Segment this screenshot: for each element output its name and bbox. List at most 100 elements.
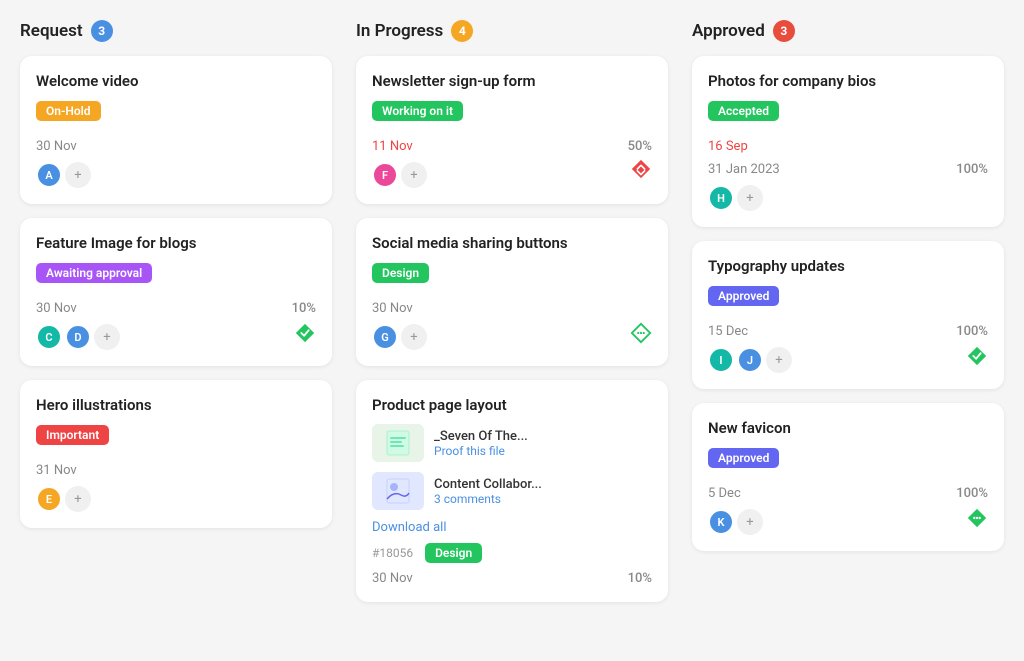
- card-title-social: Social media sharing buttons: [372, 234, 652, 252]
- avatar-feature-1: C: [36, 324, 62, 350]
- bottom-newsletter: F +: [372, 154, 652, 188]
- card-meta-social: 30 Nov: [372, 301, 652, 316]
- file-info-1: _Seven Of The... Proof this file: [434, 429, 528, 458]
- badge-inprogress: 4: [451, 20, 473, 42]
- badge-approved: 3: [773, 20, 795, 42]
- avatar-social-1: G: [372, 324, 398, 350]
- avatar-hero-1: E: [36, 486, 62, 512]
- avatars-feature: C D +: [36, 324, 120, 350]
- card-meta-typography: 15 Dec 100%: [708, 324, 988, 339]
- download-all-link[interactable]: Download all: [372, 520, 652, 535]
- percent-product: 10%: [628, 571, 652, 586]
- column-request: Request 3 Welcome video On-Hold 30 Nov A…: [20, 20, 332, 616]
- date-newsletter: 11 Nov: [372, 139, 413, 154]
- bottom-feature: C D +: [36, 316, 316, 350]
- card-newsletter: Newsletter sign-up form Working on it 11…: [356, 56, 668, 204]
- tag-awaiting: Awaiting approval: [36, 263, 152, 283]
- percent-newsletter: 50%: [628, 139, 652, 154]
- avatar-1: A: [36, 162, 62, 188]
- add-avatar-hero[interactable]: +: [65, 486, 91, 512]
- card-meta-photos-2: 31 Jan 2023 100%: [708, 162, 988, 177]
- add-avatar-welcome[interactable]: +: [65, 162, 91, 188]
- tag-working: Working on it: [372, 101, 463, 121]
- card-id-product: #18056: [372, 546, 413, 560]
- card-title-favicon: New favicon: [708, 419, 988, 437]
- diamond-green-icon[interactable]: [294, 322, 316, 344]
- card-title-feature: Feature Image for blogs: [36, 234, 316, 252]
- card-social-media: Social media sharing buttons Design 30 N…: [356, 218, 668, 366]
- file-name-1: _Seven Of The...: [434, 429, 528, 444]
- date-feature: 30 Nov: [36, 301, 77, 316]
- add-avatar-social[interactable]: +: [401, 324, 427, 350]
- bottom-favicon: K +: [708, 501, 988, 535]
- card-meta-welcome: 30 Nov: [36, 139, 316, 154]
- column-header-approved: Approved 3: [692, 20, 1004, 42]
- avatar-newsletter-1: F: [372, 162, 398, 188]
- diamond-green-typography-icon[interactable]: [966, 345, 988, 367]
- column-title-request: Request: [20, 21, 83, 41]
- date-favicon: 5 Dec: [708, 486, 741, 501]
- badge-request: 3: [91, 20, 113, 42]
- tag-approved-favicon: Approved: [708, 448, 779, 468]
- avatars-newsletter: F +: [372, 162, 427, 188]
- add-avatar-newsletter[interactable]: +: [401, 162, 427, 188]
- comments-link[interactable]: 3 comments: [434, 492, 542, 506]
- card-title-photos: Photos for company bios: [708, 72, 988, 90]
- avatars-typography: I J +: [708, 347, 792, 373]
- column-title-inprogress: In Progress: [356, 21, 443, 41]
- percent-photos: 100%: [956, 162, 988, 177]
- arrows-red-icon[interactable]: [630, 158, 652, 184]
- date-typography: 15 Dec: [708, 324, 748, 339]
- date-welcome: 30 Nov: [36, 139, 77, 154]
- card-title-newsletter: Newsletter sign-up form: [372, 72, 652, 90]
- card-meta-hero: 31 Nov: [36, 463, 316, 478]
- add-avatar-typography[interactable]: +: [766, 347, 792, 373]
- card-hero-illustrations: Hero illustrations Important 31 Nov E +: [20, 380, 332, 528]
- avatars-welcome: A +: [36, 162, 316, 188]
- tag-important: Important: [36, 425, 109, 445]
- kanban-board: Request 3 Welcome video On-Hold 30 Nov A…: [20, 20, 1004, 616]
- file-item-1: _Seven Of The... Proof this file: [372, 424, 652, 462]
- tag-onhold: On-Hold: [36, 101, 101, 121]
- date-product: 30 Nov: [372, 571, 413, 586]
- date-social: 30 Nov: [372, 301, 413, 316]
- bottom-social: G +: [372, 316, 652, 350]
- product-id-row: #18056 Design: [372, 543, 652, 563]
- tag-accepted: Accepted: [708, 101, 779, 121]
- card-meta-feature: 30 Nov 10%: [36, 301, 316, 316]
- avatar-feature-2: D: [65, 324, 91, 350]
- tag-design-social: Design: [372, 263, 429, 283]
- file-name-2: Content Collabor...: [434, 477, 542, 492]
- add-avatar-feature[interactable]: +: [94, 324, 120, 350]
- column-approved: Approved 3 Photos for company bios Accep…: [692, 20, 1004, 616]
- file-thumb-2: [372, 472, 424, 510]
- date-photos-2: 31 Jan 2023: [708, 162, 780, 177]
- card-title-product: Product page layout: [372, 396, 652, 414]
- avatar-typography-2: J: [737, 347, 763, 373]
- add-avatar-photos[interactable]: +: [737, 185, 763, 211]
- avatar-favicon-1: K: [708, 509, 734, 535]
- column-title-approved: Approved: [692, 21, 765, 41]
- avatars-hero: E +: [36, 486, 316, 512]
- percent-typography: 100%: [956, 324, 988, 339]
- file-item-2: Content Collabor... 3 comments: [372, 472, 652, 510]
- card-feature-image: Feature Image for blogs Awaiting approva…: [20, 218, 332, 366]
- avatar-typography-1: I: [708, 347, 734, 373]
- card-photos: Photos for company bios Accepted 16 Sep …: [692, 56, 1004, 227]
- avatars-favicon: K +: [708, 509, 763, 535]
- tag-approved-typography: Approved: [708, 286, 779, 306]
- card-title-hero: Hero illustrations: [36, 396, 316, 414]
- proof-link[interactable]: Proof this file: [434, 444, 528, 458]
- column-header-request: Request 3: [20, 20, 332, 42]
- bottom-typography: I J +: [708, 339, 988, 373]
- percent-favicon: 100%: [956, 486, 988, 501]
- date-photos-red: 16 Sep: [708, 139, 748, 154]
- add-avatar-favicon[interactable]: +: [737, 509, 763, 535]
- column-inprogress: In Progress 4 Newsletter sign-up form Wo…: [356, 20, 668, 616]
- card-favicon: New favicon Approved 5 Dec 100% K +: [692, 403, 1004, 551]
- card-title-typography: Typography updates: [708, 257, 988, 275]
- tag-design-product: Design: [425, 543, 482, 563]
- diamond-dots-favicon-icon[interactable]: [966, 507, 988, 529]
- diamond-dots-icon[interactable]: [630, 322, 652, 344]
- percent-feature: 10%: [292, 301, 316, 316]
